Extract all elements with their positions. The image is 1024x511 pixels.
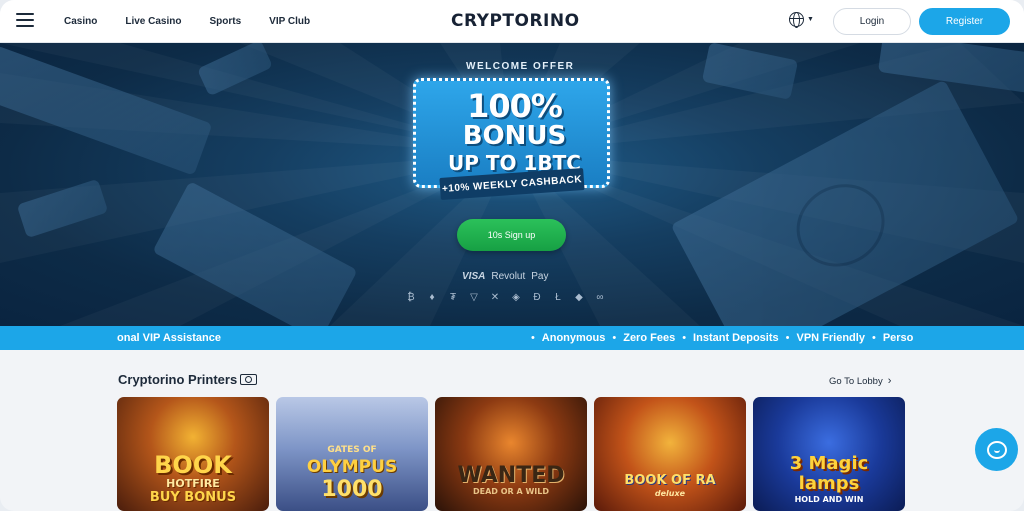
payment-methods: VISA Revolut Pay xyxy=(462,271,548,282)
chainlink-icon: ∞ xyxy=(596,292,604,303)
ticker-item: VPN Friendly xyxy=(796,332,865,344)
game-card-wanted-dead-or-a-wild[interactable]: WANTED DEAD OR A WILD xyxy=(435,397,587,511)
game-tag: HOLD AND WIN xyxy=(794,495,864,504)
ticker-item: Perso xyxy=(882,332,914,344)
ticker-separator: • xyxy=(682,332,687,344)
litecoin-icon: Ł xyxy=(555,292,561,303)
game-subtitle: HOTFIRE xyxy=(166,477,220,490)
crypto-icons-row: ₿ ♦ ₮ ▽ ✕ ◈ Đ Ł ◆ ∞ xyxy=(405,292,606,303)
tron-icon: ▽ xyxy=(470,292,478,303)
bitcoin-icon: ₿ xyxy=(407,292,415,303)
ticker-separator: • xyxy=(871,332,876,344)
login-button[interactable]: Login xyxy=(833,8,911,35)
game-title: OLYMPUS xyxy=(306,457,398,477)
game-subtitle: lamps xyxy=(798,473,860,494)
chat-bubble-icon xyxy=(986,440,1007,459)
game-title: BOOK OF RA xyxy=(624,473,716,488)
games-row: BOOK HOTFIRE BUY BONUS GATES OF OLYMPUS … xyxy=(117,397,905,511)
visa-logo: VISA xyxy=(462,271,486,282)
ticker-item: onal VIP Assistance xyxy=(117,332,221,344)
game-card-3-magic-lamps[interactable]: 3 Magic lamps HOLD AND WIN xyxy=(753,397,905,511)
language-selector[interactable]: ▼ xyxy=(789,12,814,28)
game-title: BOOK xyxy=(154,451,232,479)
game-subtitle: GATES OF xyxy=(327,445,377,455)
shiba-icon: ◆ xyxy=(575,292,583,303)
nav-vip-club[interactable]: VIP Club xyxy=(269,16,310,27)
game-title: 3 Magic xyxy=(789,453,869,474)
revolut-logo: Revolut xyxy=(491,271,526,282)
globe-icon xyxy=(789,12,804,28)
section-title-text: Cryptorino Printers xyxy=(118,372,238,387)
live-chat-button[interactable] xyxy=(975,428,1018,471)
register-button[interactable]: Register xyxy=(919,8,1010,35)
welcome-offer-label: WELCOME OFFER xyxy=(466,61,575,72)
game-subtitle: DEAD OR A WILD xyxy=(473,487,549,496)
game-subtitle: deluxe xyxy=(654,489,686,498)
ethereum-icon: ♦ xyxy=(429,292,435,303)
game-title: WANTED xyxy=(457,463,565,488)
game-card-book-of-ra-deluxe[interactable]: BOOK OF RA deluxe xyxy=(594,397,746,511)
go-to-lobby-label: Go To Lobby xyxy=(829,375,883,387)
ticker-item: Instant Deposits xyxy=(693,332,779,344)
xrp-icon: ✕ xyxy=(490,292,500,303)
game-card-gates-of-olympus[interactable]: GATES OF OLYMPUS 1000 xyxy=(276,397,428,511)
chevron-right-icon: › xyxy=(887,375,892,387)
ticker-separator: • xyxy=(530,332,535,344)
nav-casino[interactable]: Casino xyxy=(64,16,97,27)
ticker-separator: • xyxy=(612,332,617,344)
apple-pay-logo: Pay xyxy=(531,271,549,282)
game-tag: 1000 xyxy=(321,477,383,502)
go-to-lobby-link[interactable]: Go To Lobby › xyxy=(829,375,891,387)
hero-banner: WELCOME OFFER 100% BONUS UP TO 1BTC +10%… xyxy=(0,43,1024,326)
signup-button[interactable]: 10s Sign up xyxy=(457,219,566,251)
game-card-book-hotfire[interactable]: BOOK HOTFIRE BUY BONUS xyxy=(117,397,269,511)
tether-icon: ₮ xyxy=(449,292,457,303)
features-ticker: onal VIP Assistance • Anonymous • Zero F… xyxy=(0,326,1024,350)
promo-percentage: 100% xyxy=(467,87,563,125)
chevron-down-icon: ▼ xyxy=(807,16,814,23)
hamburger-icon[interactable] xyxy=(16,13,34,27)
nav-live-casino[interactable]: Live Casino xyxy=(125,16,181,27)
section-title: Cryptorino Printers xyxy=(118,372,258,387)
dogecoin-icon: Đ xyxy=(533,292,541,303)
site-logo[interactable]: CRYPTORINO xyxy=(451,11,580,31)
game-tag: BUY BONUS xyxy=(149,490,237,505)
ticker-item: Anonymous xyxy=(541,332,606,344)
promo-bonus: BONUS xyxy=(462,121,567,151)
main-nav: Casino Live Casino Sports VIP Club xyxy=(64,0,310,43)
promo-limit: UP TO 1BTC xyxy=(448,151,581,175)
bnb-icon: ◈ xyxy=(512,292,520,303)
ticker-item: Zero Fees xyxy=(623,332,676,344)
nav-sports[interactable]: Sports xyxy=(209,16,241,27)
ticker-separator: • xyxy=(785,332,790,344)
cash-icon xyxy=(240,374,258,385)
page-frame: Casino Live Casino Sports VIP Club CRYPT… xyxy=(0,0,1024,511)
top-header: Casino Live Casino Sports VIP Club CRYPT… xyxy=(0,0,1024,43)
